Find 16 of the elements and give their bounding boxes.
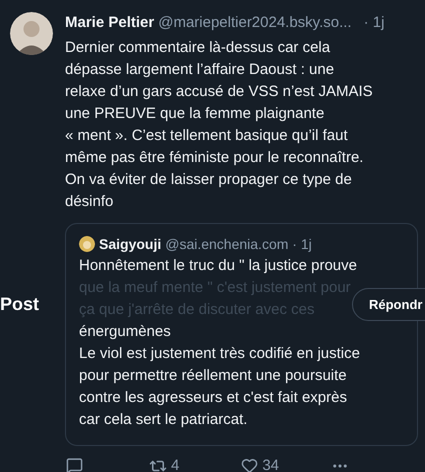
- like-button[interactable]: 34: [241, 454, 280, 472]
- reply-button[interactable]: Répondr: [352, 288, 425, 321]
- reply-icon[interactable]: [66, 457, 83, 472]
- repost-button[interactable]: 4: [149, 454, 180, 472]
- post-label: Post: [0, 293, 40, 316]
- author-name[interactable]: Marie Peltier: [65, 12, 154, 34]
- post-time[interactable]: · 1j: [364, 12, 384, 34]
- quote-text: énergumènes Le viol est justement très codifié en justice pour permettre réellement une poursuite contre les agresseurs et c'est fait exprès car cela sert le patriarcat.: [79, 322, 360, 430]
- avatar[interactable]: [10, 12, 53, 55]
- heart-icon: [241, 457, 258, 472]
- author-handle[interactable]: @mariepeltier2024.bsky.so...: [158, 12, 352, 34]
- quote-handle: @sai.enchenia.com · 1j: [165, 234, 312, 254]
- quote-author: Saigyouji: [99, 234, 162, 254]
- quote-text: Honnêtement le truc du " la justice prouve: [79, 256, 357, 276]
- quote-avatar: [79, 236, 95, 252]
- post-text: Dernier commentaire là-dessus car cela dépasse largement l’affaire Daoust : une relaxe d’un gars accusé de VSS n’est JAMAIS une PREUVE que la femme plaignante « ment ». C’est tellement basique qu’il faut même pas être féministe pour le reconnaître. On va éviter de laisser propager ce type de désinfo: [65, 38, 374, 212]
